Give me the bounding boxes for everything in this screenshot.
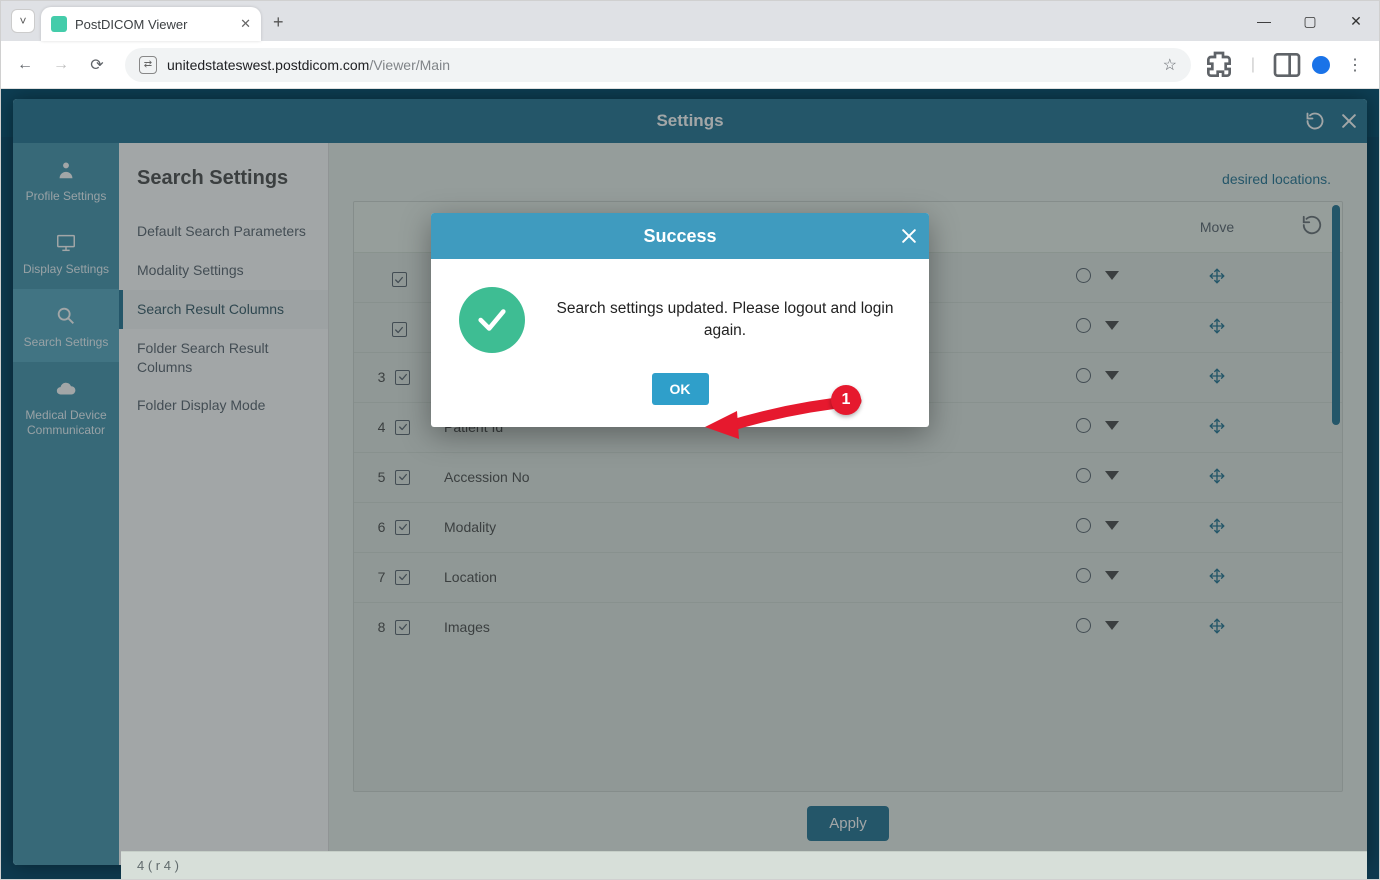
url-host: unitedstateswest.postdicom.com — [167, 57, 369, 73]
maximize-button[interactable]: ▢ — [1287, 1, 1333, 41]
browser-window: ˅ PostDICOM Viewer ✕ + — ▢ ✕ ← → ⟳ ⇄ uni… — [0, 0, 1380, 880]
browser-tabstrip: ˅ PostDICOM Viewer ✕ + — ▢ ✕ — [1, 1, 1379, 41]
modal-message: Search settings updated. Please logout a… — [549, 298, 901, 341]
statusbar-peek: 4 ( r 4 ) — [121, 851, 1367, 879]
close-icon[interactable]: ✕ — [240, 16, 251, 32]
modal-titlebar: Success — [431, 213, 929, 259]
window-controls: — ▢ ✕ — [1241, 1, 1379, 41]
modal-title: Success — [643, 226, 716, 247]
ok-button[interactable]: OK — [652, 373, 709, 405]
avatar-icon — [1312, 56, 1330, 74]
address-bar[interactable]: ⇄ unitedstateswest.postdicom.com/Viewer/… — [125, 48, 1191, 82]
url-path: /Viewer/Main — [369, 57, 450, 73]
tab-search-button[interactable]: ˅ — [11, 9, 35, 33]
browser-toolbar: ← → ⟳ ⇄ unitedstateswest.postdicom.com/V… — [1, 41, 1379, 89]
chrome-menu-button[interactable]: ⋮ — [1339, 49, 1371, 81]
reload-button[interactable]: ⟳ — [81, 49, 113, 81]
back-button[interactable]: ← — [9, 49, 41, 81]
chevron-down-icon: ˅ — [19, 14, 26, 28]
tab-title: PostDICOM Viewer — [75, 17, 232, 32]
success-check-icon — [459, 287, 525, 353]
forward-button[interactable]: → — [45, 49, 77, 81]
profile-button[interactable] — [1305, 49, 1337, 81]
minimize-button[interactable]: — — [1241, 1, 1287, 41]
annotation-badge: 1 — [831, 385, 861, 415]
browser-tab[interactable]: PostDICOM Viewer ✕ — [41, 7, 261, 41]
sidepanel-button[interactable] — [1271, 49, 1303, 81]
close-window-button[interactable]: ✕ — [1333, 1, 1379, 41]
app-viewport: postDICOM Settings — [1, 89, 1379, 879]
bookmark-star-icon[interactable]: ☆ — [1163, 55, 1177, 75]
favicon-icon — [51, 16, 67, 32]
new-tab-button[interactable]: + — [273, 12, 284, 33]
site-info-icon[interactable]: ⇄ — [139, 56, 157, 74]
modal-close-button[interactable] — [899, 213, 919, 259]
extensions-button[interactable] — [1203, 49, 1235, 81]
